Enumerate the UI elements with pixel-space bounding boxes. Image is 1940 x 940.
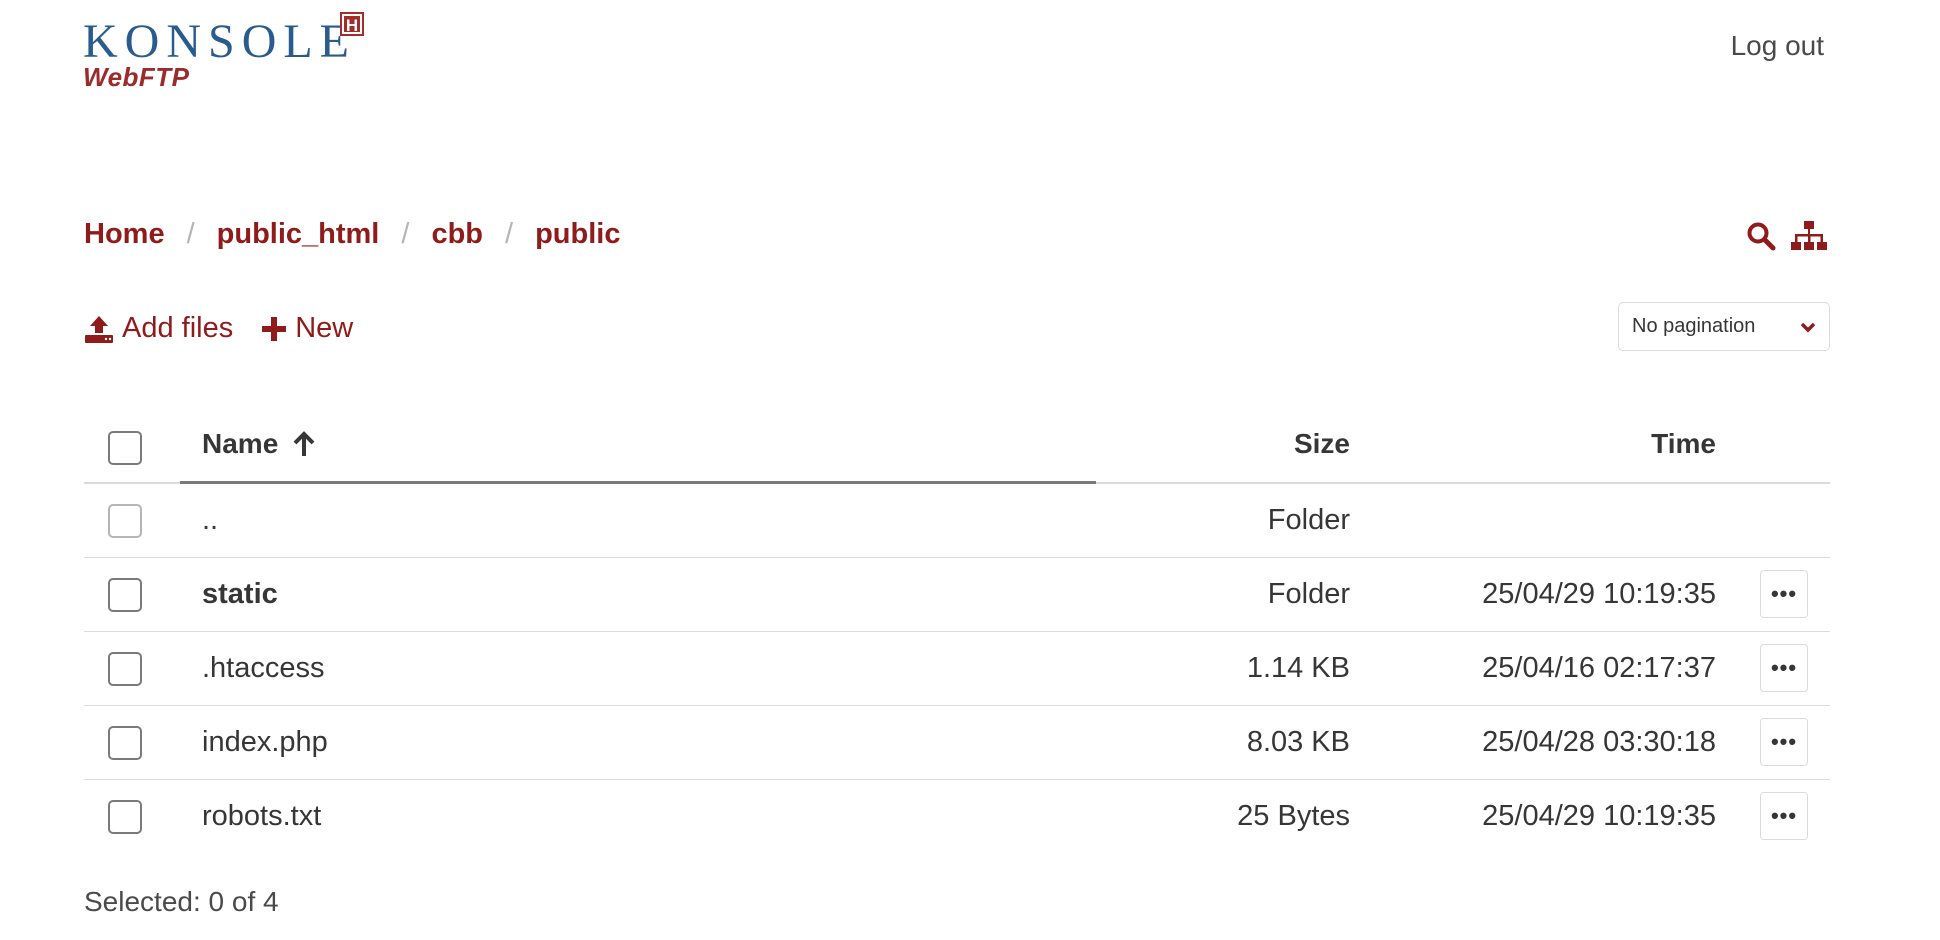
column-header-time[interactable]: Time [1651, 428, 1716, 460]
upload-icon [85, 315, 113, 343]
file-size: 25 Bytes [1237, 800, 1350, 832]
table-row[interactable]: robots.txt 25 Bytes 25/04/29 10:19:35 ••… [84, 780, 1830, 854]
file-name[interactable]: .htaccess [202, 652, 325, 685]
add-files-button[interactable]: Add files [84, 312, 233, 345]
file-time: 25/04/29 10:19:35 [1482, 578, 1716, 610]
logo-subtitle: WebFTP [83, 62, 190, 92]
breadcrumb-separator: / [401, 218, 410, 250]
pagination-select[interactable]: No pagination [1618, 302, 1830, 351]
konsole-webftp-logo[interactable]: KONSOLE H WebFTP [83, 10, 383, 92]
file-name[interactable]: .. [202, 504, 218, 537]
file-time: 25/04/29 10:19:35 [1482, 800, 1716, 832]
row-actions-button[interactable]: ••• [1760, 570, 1808, 618]
breadcrumb-home[interactable]: Home [84, 218, 165, 251]
file-size: Folder [1267, 578, 1350, 610]
row-checkbox[interactable] [108, 726, 142, 760]
logo-badge-icon: H [340, 12, 364, 36]
column-header-size[interactable]: Size [1294, 428, 1350, 460]
add-files-label: Add files [122, 312, 234, 344]
ellipsis-icon: ••• [1770, 581, 1798, 606]
search-icon[interactable] [1746, 221, 1776, 251]
webftp-page: KONSOLE H WebFTP Log out Home / public_h… [0, 0, 1940, 940]
row-actions-button[interactable]: ••• [1760, 644, 1808, 692]
select-all-checkbox[interactable] [108, 431, 142, 465]
logout-link[interactable]: Log out [1731, 30, 1824, 62]
column-header-name-label: Name [202, 428, 279, 459]
row-checkbox [108, 504, 142, 538]
breadcrumb-public[interactable]: public [535, 218, 620, 251]
logo-wordmark: KONSOLE [83, 15, 356, 68]
pagination-selected-value: No pagination [1632, 315, 1756, 337]
row-checkbox[interactable] [108, 652, 142, 686]
arrow-up-icon [293, 431, 315, 456]
ellipsis-icon: ••• [1770, 803, 1798, 828]
new-button[interactable]: New [261, 312, 353, 345]
ellipsis-icon: ••• [1770, 655, 1798, 680]
action-bar: Add files New [84, 312, 353, 345]
breadcrumb-cbb[interactable]: cbb [431, 218, 483, 251]
table-header: Name Size Time [84, 418, 1830, 484]
file-size: 8.03 KB [1246, 726, 1350, 758]
top-icon-group [1746, 220, 1828, 252]
table-row[interactable]: static Folder 25/04/29 10:19:35 ••• [84, 558, 1830, 632]
row-checkbox[interactable] [108, 800, 142, 834]
row-actions-button[interactable]: ••• [1760, 718, 1808, 766]
file-size: 1.14 KB [1246, 652, 1350, 684]
ellipsis-icon: ••• [1770, 729, 1798, 754]
row-actions-button[interactable]: ••• [1760, 792, 1808, 840]
file-time: 25/04/16 02:17:37 [1482, 652, 1716, 684]
table-row[interactable]: .htaccess 1.14 KB 25/04/16 02:17:37 ••• [84, 632, 1830, 706]
breadcrumb: Home / public_html / cbb / public [84, 218, 620, 251]
selection-status: Selected: 0 of 4 [84, 886, 279, 917]
file-name[interactable]: static [202, 578, 278, 611]
row-checkbox[interactable] [108, 578, 142, 612]
new-label: New [295, 312, 354, 344]
column-header-name[interactable]: Name [202, 428, 316, 460]
table-row-parent[interactable]: .. Folder [84, 484, 1830, 558]
breadcrumb-public-html[interactable]: public_html [217, 218, 380, 251]
breadcrumb-separator: / [186, 218, 195, 250]
file-size: Folder [1267, 504, 1350, 536]
file-table: Name Size Time .. Folder static Folder 2… [84, 418, 1830, 854]
file-name[interactable]: robots.txt [202, 800, 321, 833]
plus-icon [262, 316, 287, 341]
chevron-down-icon [1800, 322, 1816, 332]
table-row[interactable]: index.php 8.03 KB 25/04/28 03:30:18 ••• [84, 706, 1830, 780]
file-name[interactable]: index.php [202, 726, 328, 759]
sitemap-icon[interactable] [1790, 220, 1828, 252]
breadcrumb-separator: / [505, 218, 514, 250]
file-time: 25/04/28 03:30:18 [1482, 726, 1716, 758]
